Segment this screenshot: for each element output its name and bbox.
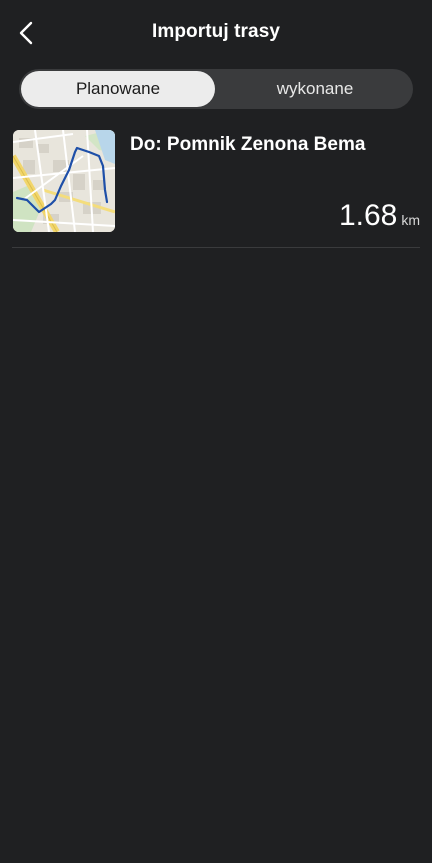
chevron-left-icon xyxy=(19,21,33,45)
route-distance-value: 1.68 xyxy=(338,199,398,232)
route-name: Do: Pomnik Zenona Bema xyxy=(130,134,366,155)
tab-completed[interactable]: wykonane xyxy=(217,69,413,109)
top-bar: Importuj trasy xyxy=(0,0,432,66)
route-list-item[interactable]: Do: Pomnik Zenona Bema 1.68 km xyxy=(12,129,420,233)
route-map-thumbnail xyxy=(13,130,115,232)
route-distance: 1.68 km xyxy=(339,199,420,233)
route-distance-unit: km xyxy=(401,212,420,228)
route-type-tabs: Planowane wykonane xyxy=(19,69,413,109)
tab-planned[interactable]: Planowane xyxy=(21,71,215,107)
back-button[interactable] xyxy=(12,18,42,48)
list-divider xyxy=(12,247,420,248)
page-title: Importuj trasy xyxy=(151,21,281,42)
